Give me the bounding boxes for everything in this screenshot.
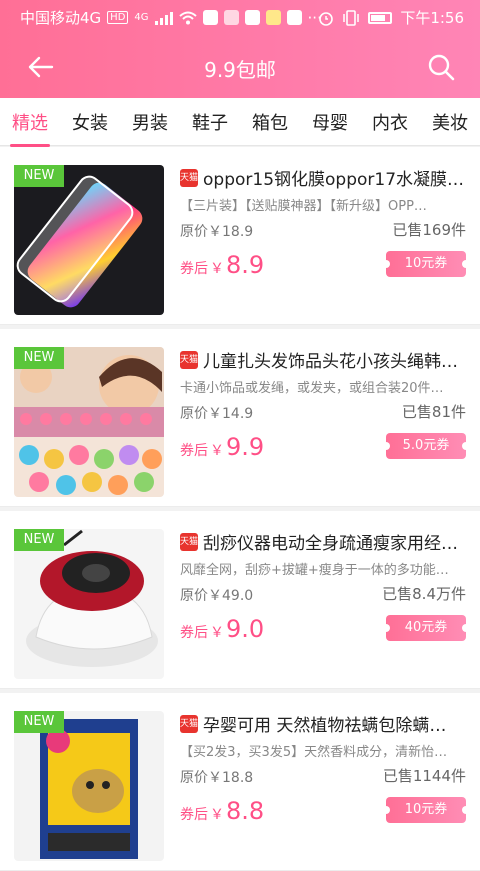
sold-count: 已售8.4万件 [382,585,466,603]
coupon-price-label: 券后 [180,625,208,641]
sold-count: 已售1144件 [382,767,466,785]
coupon-price: 券后 ￥ 9.9 [180,433,264,461]
product-list: NEW 天猫 oppor15钢化膜oppor17水凝膜fi… 【三片装】【送贴膜… [0,146,480,871]
product-description: 【买2发3，买3发5】天然香料成分，清新怡… [180,745,448,760]
tab-underwear[interactable]: 内衣 [370,109,410,135]
signal-icon [154,11,173,25]
coupon-price: 券后 ￥ 9.0 [180,615,264,643]
tmall-icon: 天猫 [180,169,198,187]
coupon-price-amount: 8.8 [226,797,265,825]
coupon-price-label: 券后 [180,261,208,277]
product-card[interactable]: NEW 天猫 孕婴可用 天然植物祛螨包除螨… 【买2发3，买3发5】天然香料成分… [0,693,480,871]
vibrate-icon [343,9,360,26]
currency-symbol: ￥ [210,443,224,459]
app-notification-icon [223,10,239,25]
product-card[interactable]: NEW 天猫 oppor15钢化膜oppor17水凝膜fi… 【三片装】【送贴膜… [0,147,480,325]
tab-beauty[interactable]: 美妆 [430,109,470,135]
original-price: 原价￥18.9 [180,224,254,240]
original-price: 原价￥14.9 [180,406,254,422]
coupon-price: 券后 ￥ 8.9 [180,251,264,279]
product-description: 卡通小饰品或发绳，或发夹，或组合装20件… [180,381,444,396]
tmall-icon: 天猫 [180,715,198,733]
app-header: 中国移动4G HD 4G ··· 下午1:56 9.9包邮 [0,0,480,98]
product-title[interactable]: 孕婴可用 天然植物祛螨包除螨… [203,711,465,736]
product-card[interactable]: NEW 天猫 刮痧仪器电动全身疏通瘦家用经… 风靡全网，刮痧+拔罐+瘦身于一体的… [0,511,480,689]
coupon-price-amount: 9.9 [226,433,265,461]
currency-symbol: ￥ [210,261,224,277]
battery-icon [368,11,393,24]
search-icon[interactable] [426,52,456,82]
new-badge: NEW [14,711,64,733]
new-badge: NEW [14,165,64,187]
product-title[interactable]: oppor15钢化膜oppor17水凝膜fi… [203,165,465,190]
coupon-price-label: 券后 [180,443,208,459]
tab-featured[interactable]: 精选 [10,109,50,147]
product-description: 风靡全网，刮痧+拔罐+瘦身于一体的多功能… [180,563,449,578]
coupon-button[interactable]: 10元券 [382,797,470,823]
product-title[interactable]: 刮痧仪器电动全身疏通瘦家用经… [203,529,465,554]
wifi-icon [178,11,197,24]
currency-symbol: ￥ [210,807,224,823]
tmall-icon: 天猫 [180,351,198,369]
tab-bags[interactable]: 箱包 [250,109,290,135]
alarm-icon [319,11,334,26]
carrier-label: 中国移动4G [20,9,102,27]
product-image-screen-protector[interactable] [14,165,164,315]
coupon-button[interactable]: 40元券 [382,615,470,641]
product-title[interactable]: 儿童扎头发饰品头花小孩头绳韩… [203,347,465,372]
app-notification-icon [244,10,260,25]
hd-badge: HD [107,11,129,24]
product-image-mite-removal-pack[interactable] [14,711,164,861]
tab-shoes[interactable]: 鞋子 [190,109,230,135]
coupon-price-label: 券后 [180,807,208,823]
coupon-button[interactable]: 10元券 [382,251,470,277]
clock-label: 下午1:56 [400,9,464,27]
tab-mens-clothing[interactable]: 男装 [130,109,170,135]
tab-mother-baby[interactable]: 母婴 [310,109,350,135]
category-tabs: 精选 女装 男装 鞋子 箱包 母婴 内衣 美妆 [0,98,480,147]
sold-count: 已售81件 [401,403,466,421]
new-badge: NEW [14,347,64,369]
app-notification-icon [202,10,218,25]
app-notification-icon [265,10,281,25]
product-image-gua-sha-device[interactable] [14,529,164,679]
network-label: 4G [134,12,149,23]
product-image-hair-accessories[interactable] [14,347,164,497]
coupon-button[interactable]: 5.0元券 [382,433,470,459]
tab-womens-clothing[interactable]: 女装 [70,109,110,135]
coupon-price-amount: 8.9 [226,251,265,279]
status-bar: 中国移动4G HD 4G ··· 下午1:56 [0,0,480,34]
coupon-price-amount: 9.0 [226,615,265,643]
nav-bar: 9.9包邮 [0,34,480,98]
original-price: 原价￥49.0 [180,588,254,604]
tmall-icon: 天猫 [180,533,198,551]
sold-count: 已售169件 [392,221,466,239]
new-badge: NEW [14,529,64,551]
currency-symbol: ￥ [210,625,224,641]
product-description: 【三片装】【送贴膜神器】【新升级】OPP… [180,199,427,214]
app-notification-icon [286,10,302,25]
original-price: 原价￥18.8 [180,770,254,786]
page-title: 9.9包邮 [204,58,276,82]
coupon-price: 券后 ￥ 8.8 [180,797,264,825]
product-card[interactable]: NEW 天猫 儿童扎头发饰品头花小孩头绳韩… 卡通小饰品或发绳，或发夹，或组合装… [0,329,480,507]
